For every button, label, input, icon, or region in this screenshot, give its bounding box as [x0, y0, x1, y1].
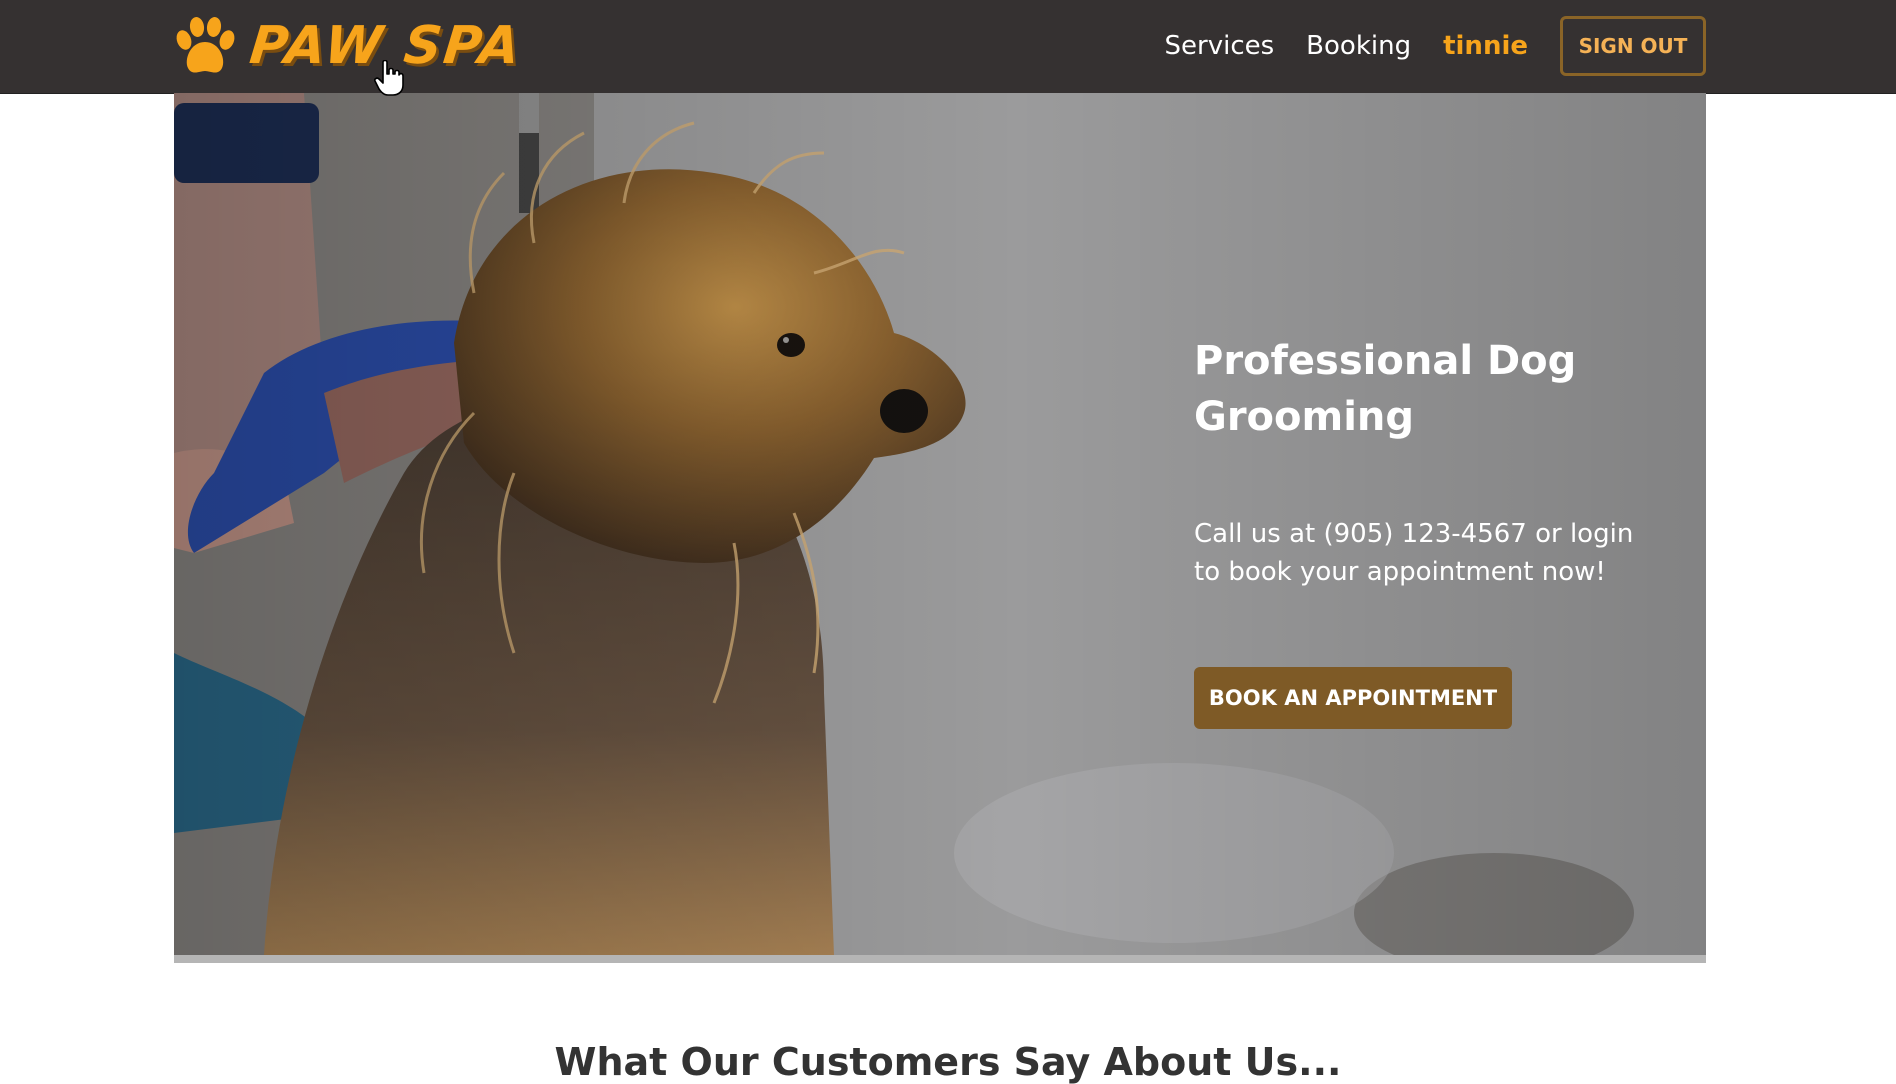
- main-nav: Services Booking tinnie SIGN OUT: [1165, 16, 1706, 76]
- brand-logo-link[interactable]: PAW SPA: [172, 14, 524, 78]
- hero-title: Professional Dog Grooming: [1194, 338, 1577, 440]
- nav-booking-link[interactable]: Booking: [1306, 31, 1411, 61]
- hero-divider: [174, 955, 1706, 963]
- nav-services-link[interactable]: Services: [1165, 31, 1275, 61]
- hero-banner: Professional Dog Grooming Call us at (90…: [174, 93, 1706, 955]
- testimonials-heading: What Our Customers Say About Us...: [554, 1040, 1342, 1084]
- sign-out-button[interactable]: SIGN OUT: [1560, 16, 1706, 76]
- hand-pointer-cursor-icon: [374, 60, 404, 96]
- top-navbar: PAW SPA Services Booking tinnie SIGN OUT: [0, 0, 1896, 94]
- hero-description: Call us at (905) 123-4567 or login to bo…: [1194, 519, 1634, 587]
- nav-user-link[interactable]: tinnie: [1443, 31, 1528, 61]
- paw-icon: [176, 17, 235, 73]
- book-appointment-button[interactable]: BOOK AN APPOINTMENT: [1194, 667, 1512, 729]
